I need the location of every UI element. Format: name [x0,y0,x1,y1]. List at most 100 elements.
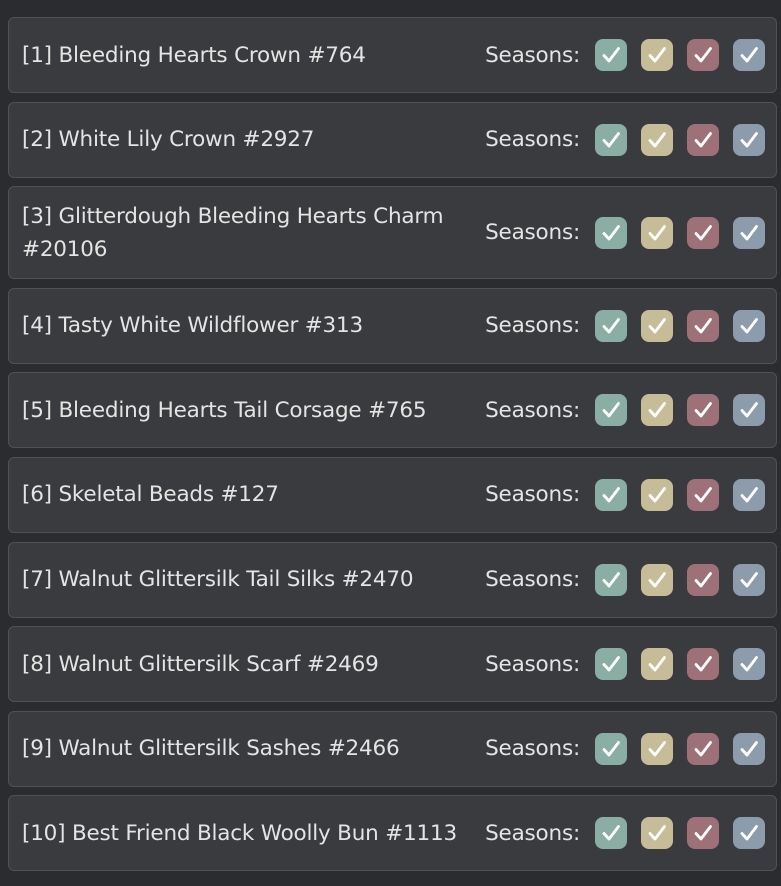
season-checkbox-2[interactable] [641,648,673,681]
list-item[interactable]: [3] Glitterdough Bleeding Hearts Charm #… [8,186,777,280]
list-item[interactable]: [7] Walnut Glittersilk Tail Silks #2470 S… [8,541,777,618]
season-checkbox-3[interactable] [687,309,719,342]
season-checkbox-4[interactable] [733,478,765,511]
season-checkbox-2[interactable] [641,817,673,850]
season-checkbox-1[interactable] [595,309,627,342]
check-icon [599,821,623,845]
list-item[interactable]: [8] Walnut Glittersilk Scarf #2469 Season… [8,626,777,703]
season-checkbox-4[interactable] [733,123,765,156]
season-checkbox-1[interactable] [595,123,627,156]
season-checkbox-1[interactable] [595,478,627,511]
seasons-label: Seasons: [485,651,580,677]
check-icon [645,43,669,67]
list-item[interactable]: [9] Walnut Glittersilk Sashes #2466 Seaso… [8,710,777,787]
season-checkbox-4[interactable] [733,394,765,427]
season-checkbox-1[interactable] [595,39,627,71]
season-checkboxes [595,648,765,681]
item-title: [5] Bleeding Hearts Tail Corsage #765 [22,397,427,423]
check-icon [691,821,715,845]
seasons-label: Seasons: [485,397,580,423]
list-item[interactable]: [10] Best Friend Black Woolly Bun #1113 S… [8,795,777,872]
seasons-group: Seasons: [485,216,765,249]
season-checkbox-1[interactable] [595,732,627,765]
season-checkbox-4[interactable] [733,39,765,71]
item-title: [2] White Lily Crown #2927 [22,127,315,153]
season-checkbox-1[interactable] [595,817,627,850]
season-checkbox-1[interactable] [595,563,627,596]
season-checkbox-3[interactable] [687,123,719,156]
season-checkbox-2[interactable] [641,732,673,765]
list-item[interactable]: [1] Bleeding Hearts Crown #764 Seasons: [8,17,777,93]
check-icon [645,652,669,676]
season-checkbox-4[interactable] [733,216,765,249]
check-icon [737,652,761,676]
check-icon [691,568,715,592]
check-icon [645,483,669,507]
seasons-label: Seasons: [485,220,580,246]
season-checkbox-2[interactable] [641,309,673,342]
season-checkbox-4[interactable] [733,563,765,596]
season-checkbox-3[interactable] [687,732,719,765]
season-checkboxes [595,817,765,850]
check-icon [645,314,669,338]
check-icon [645,568,669,592]
item-title: [9] Walnut Glittersilk Sashes #2466 [22,736,400,762]
season-checkbox-3[interactable] [687,817,719,850]
check-icon [737,221,761,245]
item-title: [3] Glitterdough Bleeding Hearts Charm #… [22,203,444,262]
season-checkbox-3[interactable] [687,563,719,596]
list-item[interactable]: [2] White Lily Crown #2927 Seasons: [8,101,777,178]
check-icon [645,737,669,761]
list-item[interactable]: [4] Tasty White Wildflower #313 Seasons: [8,287,777,364]
item-title: [1] Bleeding Hearts Crown #764 [22,42,366,68]
season-checkbox-3[interactable] [687,648,719,681]
check-icon [691,737,715,761]
seasons-label: Seasons: [485,820,580,846]
item-title: [4] Tasty White Wildflower #313 [22,313,363,339]
check-icon [691,652,715,676]
check-icon [599,398,623,422]
season-checkboxes [595,478,765,511]
season-checkbox-2[interactable] [641,39,673,71]
seasons-group: Seasons: [485,478,765,511]
season-checkbox-2[interactable] [641,394,673,427]
season-checkbox-1[interactable] [595,394,627,427]
list-item[interactable]: [5] Bleeding Hearts Tail Corsage #765 Sea… [8,372,777,449]
season-checkbox-4[interactable] [733,732,765,765]
season-checkbox-2[interactable] [641,563,673,596]
check-icon [737,314,761,338]
season-checkbox-3[interactable] [687,216,719,249]
seasons-group: Seasons: [485,648,765,681]
check-icon [737,737,761,761]
season-checkbox-3[interactable] [687,39,719,71]
check-icon [645,398,669,422]
season-checkbox-4[interactable] [733,309,765,342]
season-checkbox-3[interactable] [687,394,719,427]
season-checkbox-1[interactable] [595,648,627,681]
check-icon [599,652,623,676]
seasons-group: Seasons: [485,732,765,765]
seasons-group: Seasons: [485,309,765,342]
check-icon [599,568,623,592]
check-icon [599,221,623,245]
check-icon [737,568,761,592]
check-icon [737,128,761,152]
season-checkboxes [595,39,765,71]
seasons-group: Seasons: [485,394,765,427]
season-checkbox-2[interactable] [641,216,673,249]
seasons-label: Seasons: [485,736,580,762]
list-item[interactable]: [6] Skeletal Beads #127 Seasons: [8,456,777,533]
season-checkbox-3[interactable] [687,478,719,511]
season-checkbox-4[interactable] [733,648,765,681]
item-title: [8] Walnut Glittersilk Scarf #2469 [22,651,379,677]
check-icon [599,314,623,338]
seasons-label: Seasons: [485,482,580,508]
check-icon [691,483,715,507]
seasons-group: Seasons: [485,563,765,596]
season-checkbox-2[interactable] [641,123,673,156]
season-checkbox-1[interactable] [595,216,627,249]
season-checkbox-2[interactable] [641,478,673,511]
check-icon [737,483,761,507]
check-icon [691,314,715,338]
season-checkbox-4[interactable] [733,817,765,850]
